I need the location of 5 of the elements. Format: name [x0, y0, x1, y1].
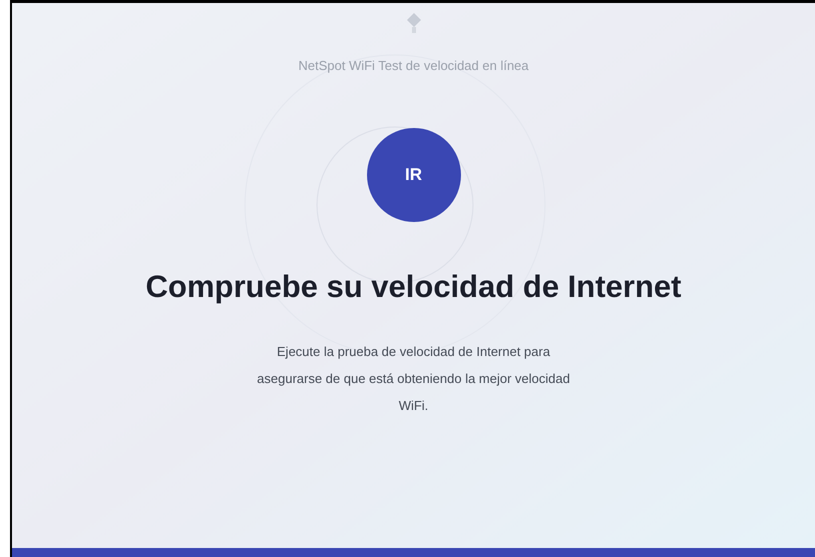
description-text: Ejecute la prueba de velocidad de Internet para asegurarse de que está obteniendo la mejor velocidad WiFi.: [256, 343, 571, 415]
header-title: NetSpot WiFi Test de velocidad en línea: [298, 57, 529, 75]
logo-icon: [406, 12, 422, 34]
start-button[interactable]: IR: [366, 128, 460, 222]
main-heading: Compruebe su velocidad de Internet: [146, 268, 682, 306]
